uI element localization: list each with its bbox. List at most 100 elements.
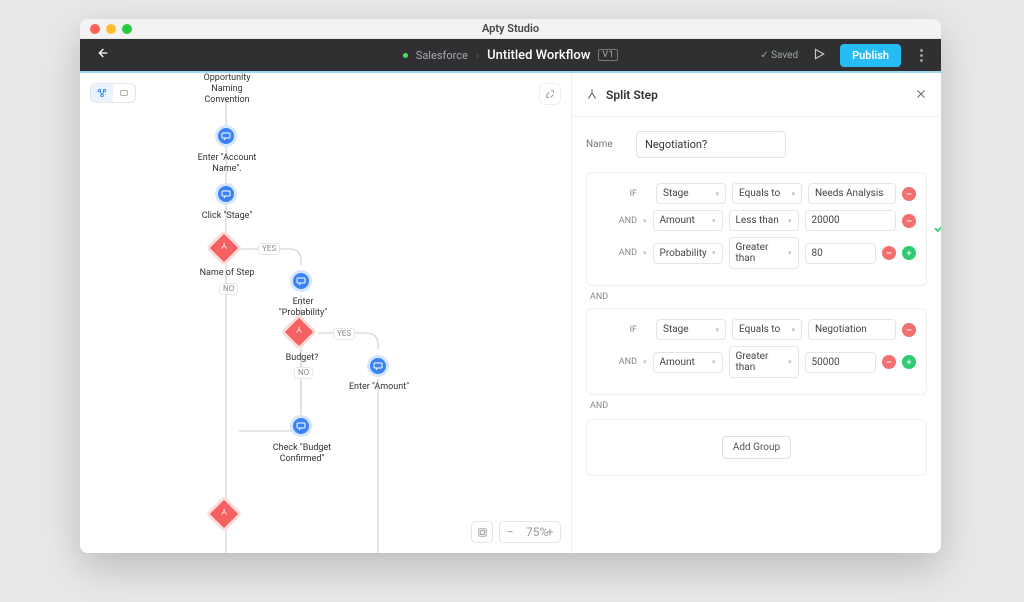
remove-row-button[interactable] (902, 187, 916, 201)
flow-node-label: Budget? (280, 353, 324, 364)
condition-row: IF Stage▾ Equals to▾ Negotiation (597, 319, 916, 340)
remove-row-button[interactable] (882, 355, 896, 369)
chevron-down-icon: ▾ (788, 249, 792, 257)
flow-node-label: Enter "Probability" (270, 297, 336, 319)
chevron-down-icon: ▾ (788, 217, 792, 225)
chevron-down-icon[interactable]: ▾ (643, 217, 647, 225)
group-separator: AND (590, 292, 927, 302)
branch-label-yes: YES (258, 243, 280, 255)
workflow-title: Untitled Workflow (487, 48, 590, 63)
comparator-select[interactable]: Greater than▾ (729, 237, 799, 269)
chevron-down-icon: ▾ (712, 358, 716, 366)
side-panel: Split Step Name IF Stage▾ Equals to▾ Needs … (571, 73, 941, 553)
remove-row-button[interactable] (902, 323, 916, 337)
chevron-down-icon: ▾ (715, 190, 719, 198)
flow-node[interactable] (290, 270, 312, 292)
flow-node-label: Check "Budget Confirmed" (271, 443, 333, 465)
chevron-down-icon: ▾ (788, 358, 792, 366)
condition-row: AND▾Amount▾Greater than▾50000 (597, 346, 916, 378)
group-separator: AND (590, 401, 927, 411)
chevron-down-icon: ▾ (791, 190, 795, 198)
flow-node-label: Opportunity Naming Convention (190, 73, 264, 105)
split-node[interactable] (286, 319, 312, 345)
logic-op: IF (597, 325, 637, 335)
field-select[interactable]: Stage▾ (656, 319, 726, 340)
message-icon (215, 125, 237, 147)
value-input[interactable]: Needs Analysis (808, 183, 896, 204)
chevron-right-icon: › (476, 49, 479, 62)
main: Opportunity Naming Convention Enter "Acc… (80, 73, 941, 553)
logic-op: AND (597, 216, 637, 226)
comparator-select[interactable]: Greater than▾ (729, 346, 799, 378)
chevron-down-icon: ▾ (715, 326, 719, 334)
chevron-down-icon[interactable]: ▾ (643, 358, 647, 366)
add-group-container: Add Group (586, 419, 927, 476)
chevron-down-icon: ▾ (791, 326, 795, 334)
titlebar: Apty Studio (80, 19, 941, 39)
side-panel-title: Split Step (606, 88, 658, 102)
toolbar: Salesforce › Untitled Workflow V1 Saved … (80, 39, 941, 73)
flow-node-label: Enter "Account Name". (192, 153, 262, 175)
flow-node[interactable] (215, 125, 237, 147)
chevron-down-icon: ▾ (712, 249, 716, 257)
condition-row: AND▾Probability▾Greater than▾80 (597, 237, 916, 269)
add-group-button[interactable]: Add Group (722, 436, 791, 459)
close-panel-button[interactable] (915, 85, 927, 104)
value-input[interactable]: 80 (805, 243, 876, 264)
message-icon (215, 183, 237, 205)
message-icon (290, 415, 312, 437)
field-select[interactable]: Amount▾ (653, 352, 723, 373)
breadcrumb-app[interactable]: Salesforce (416, 49, 468, 62)
side-panel-body: Name IF Stage▾ Equals to▾ Needs Analysis AND… (572, 117, 941, 490)
split-icon (206, 230, 243, 267)
split-icon (206, 496, 243, 533)
flow-canvas[interactable]: Opportunity Naming Convention Enter "Acc… (80, 73, 571, 553)
logic-op: AND (597, 248, 637, 258)
condition-group: IFStage▾Equals to▾Needs AnalysisAND▾Amou… (586, 172, 927, 286)
remove-row-button[interactable] (902, 214, 916, 228)
remove-row-button[interactable] (882, 246, 896, 260)
split-icon (281, 314, 318, 351)
status-dot-icon (403, 53, 408, 58)
comparator-select[interactable]: Less than▾ (729, 210, 799, 231)
zoom-in-button[interactable]: + (540, 525, 560, 539)
add-row-button[interactable] (902, 246, 916, 260)
split-node[interactable] (211, 235, 237, 261)
name-label: Name (586, 139, 626, 150)
flow-node[interactable] (290, 415, 312, 437)
step-name-input[interactable] (636, 131, 786, 158)
chevron-down-icon[interactable]: ▾ (643, 249, 647, 257)
field-select[interactable]: Probability▾ (653, 243, 723, 264)
branch-label-no: NO (219, 283, 238, 295)
split-node[interactable] (211, 501, 237, 527)
logic-op: AND (597, 357, 637, 367)
value-input[interactable]: 20000 (805, 210, 896, 231)
app-window: Apty Studio Salesforce › Untitled Workfl… (80, 19, 941, 553)
field-select[interactable]: Stage▾ (656, 183, 726, 204)
comparator-select[interactable]: Equals to▾ (732, 319, 802, 340)
value-input[interactable]: 50000 (805, 352, 876, 373)
comparator-select[interactable]: Equals to▾ (732, 183, 802, 204)
message-icon (290, 270, 312, 292)
zoom-controls: − 75% + (471, 521, 561, 543)
window-title: Apty Studio (80, 22, 941, 35)
condition-group: IFStage▾Equals to▾NegotiationAND▾Amount▾… (586, 308, 927, 395)
zoom-out-button[interactable]: − (500, 525, 520, 539)
message-icon (367, 355, 389, 377)
value-input[interactable]: Negotiation (808, 319, 896, 340)
version-badge: V1 (598, 49, 618, 61)
side-panel-header: Split Step (572, 73, 941, 117)
flow-node[interactable] (215, 183, 237, 205)
chevron-down-icon: ▾ (712, 217, 716, 225)
fit-to-screen-button[interactable] (471, 521, 493, 543)
condition-row: AND▾Amount▾Less than▾20000 (597, 210, 916, 231)
field-select[interactable]: Amount▾ (653, 210, 723, 231)
flow-node-label: Click "Stage" (200, 211, 254, 222)
flow-node-label: Name of Step (196, 268, 258, 279)
flow-node[interactable] (367, 355, 389, 377)
branch-label-no: NO (294, 367, 313, 379)
split-step-icon (586, 85, 598, 104)
zoom-level: 75% (520, 525, 540, 539)
add-row-button[interactable] (902, 355, 916, 369)
condition-row: IFStage▾Equals to▾Needs Analysis (597, 183, 916, 204)
